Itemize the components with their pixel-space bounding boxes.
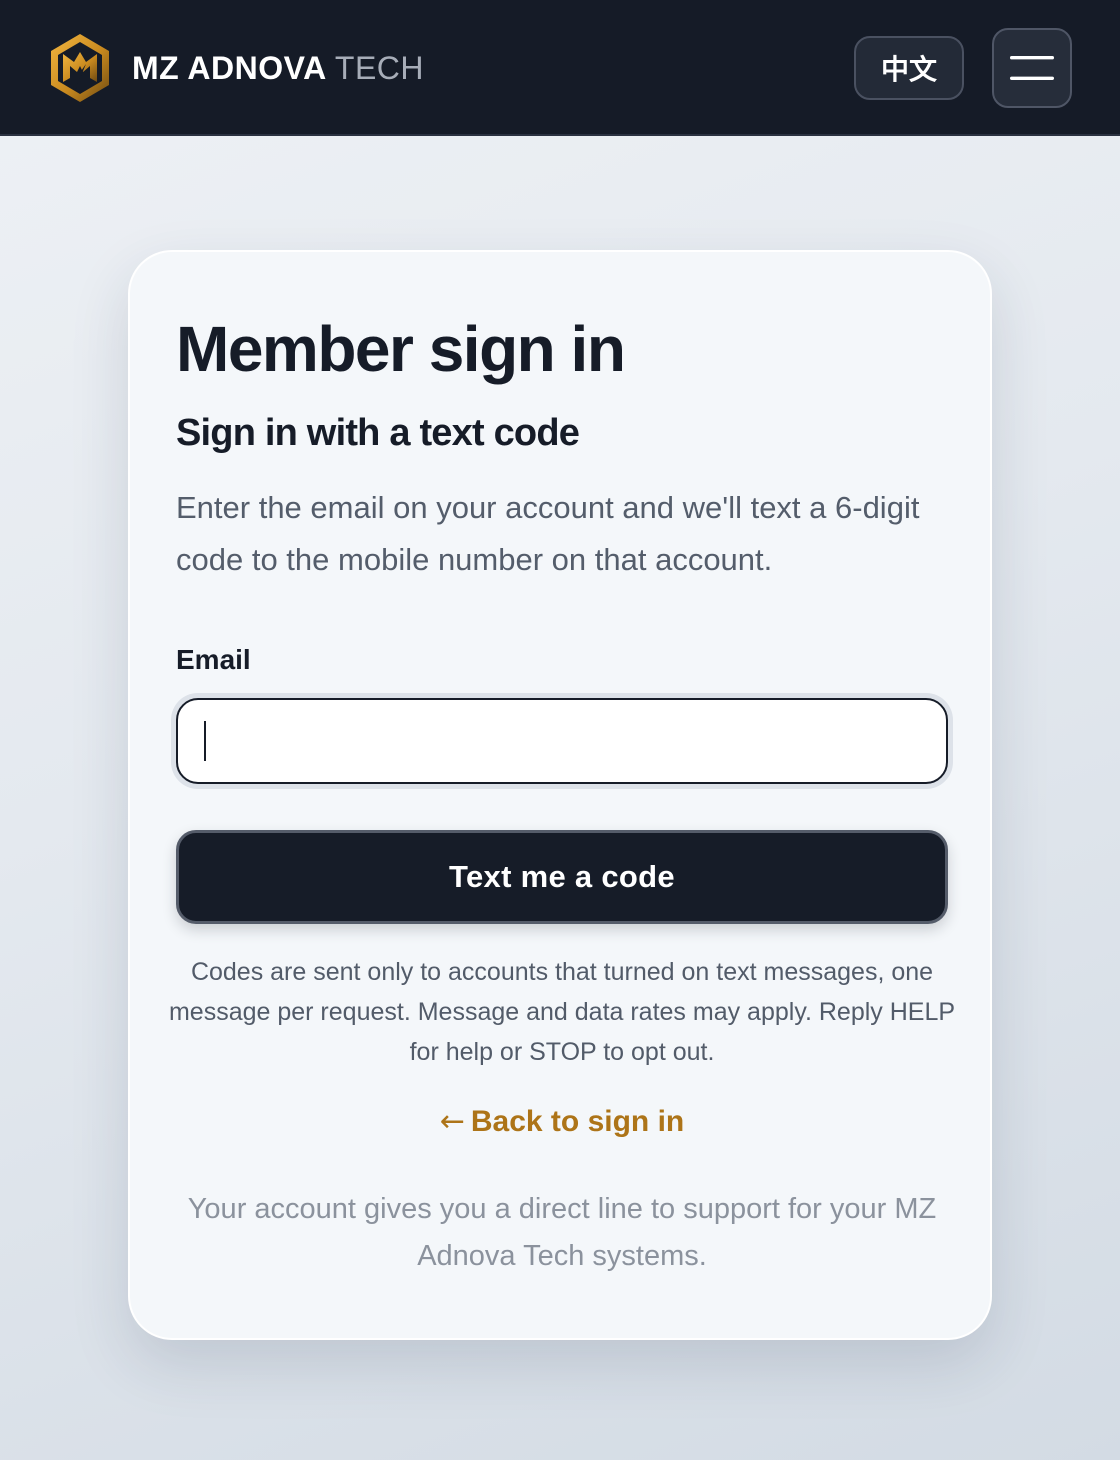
account-info-note: Your account gives you a direct line to …: [187, 1193, 937, 1272]
brand-name: MZ ADNOVA TECH: [132, 50, 424, 87]
section-subtitle: Sign in with a text code: [176, 412, 580, 454]
email-label: Email: [176, 644, 251, 675]
hamburger-menu-icon: [1010, 56, 1054, 80]
text-cursor: [204, 721, 206, 761]
text-me-a-code-button[interactable]: Text me a code: [176, 830, 948, 924]
arrow-left-icon: ←: [439, 1104, 465, 1139]
email-input[interactable]: [176, 698, 948, 784]
back-link-label: Back to sign in: [470, 1105, 685, 1138]
menu-button[interactable]: [992, 28, 1072, 108]
back-to-sign-in-link[interactable]: ← Back to sign in: [130, 1104, 994, 1139]
sign-in-card: Member sign in Sign in with a text code …: [128, 250, 992, 1340]
hexagon-m-logo-icon: [51, 34, 109, 102]
brand[interactable]: MZ ADNOVA TECH: [48, 30, 424, 106]
brand-name-light: TECH: [334, 49, 425, 86]
instructions-text: Enter the email on your account and we'l…: [176, 490, 920, 577]
sms-disclaimer-text: Codes are sent only to accounts that tur…: [168, 958, 956, 1066]
brand-name-bold: MZ ADNOVA: [132, 49, 326, 86]
language-toggle-button[interactable]: 中文: [854, 36, 964, 100]
page-title: Member sign in: [176, 313, 626, 385]
top-navigation-bar: MZ ADNOVA TECH 中文: [0, 0, 1120, 136]
